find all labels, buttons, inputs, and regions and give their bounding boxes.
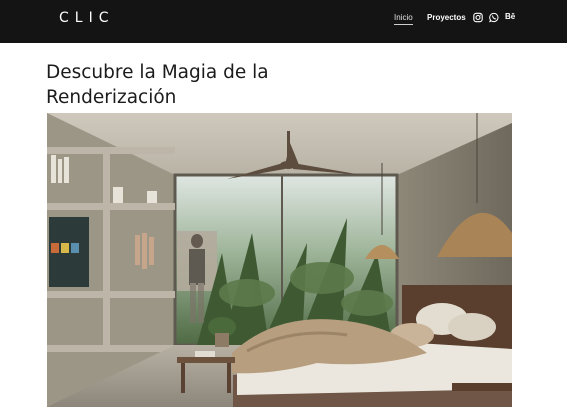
page-title: Descubre la Magia de la Renderización bbox=[46, 60, 346, 110]
site-logo[interactable]: CLIC bbox=[59, 10, 114, 26]
active-nav-underline bbox=[394, 24, 413, 25]
hero-illustration bbox=[47, 113, 512, 407]
bedroom-render-image bbox=[47, 113, 512, 407]
page-title-line-2: Renderización bbox=[46, 87, 177, 108]
nav-inicio[interactable]: Inicio bbox=[394, 13, 413, 22]
top-navbar: CLIC Inicio Proyectos Bē bbox=[0, 0, 567, 43]
nav-proyectos[interactable]: Proyectos bbox=[427, 13, 466, 22]
page-title-line-1: Descubre la Magia de la bbox=[46, 62, 269, 83]
instagram-icon[interactable] bbox=[473, 12, 483, 23]
whatsapp-icon[interactable] bbox=[489, 12, 499, 23]
behance-icon[interactable]: Bē bbox=[505, 12, 515, 21]
